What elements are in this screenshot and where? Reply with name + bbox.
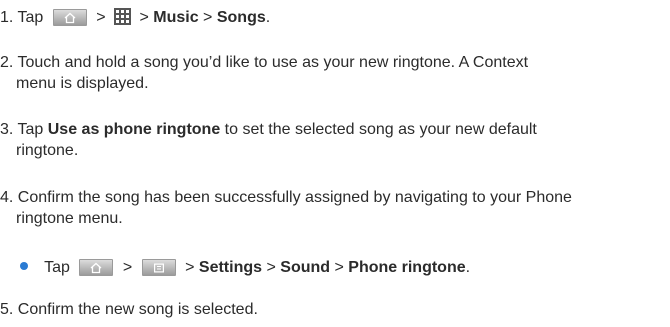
separator: > bbox=[266, 259, 276, 276]
home-key-icon bbox=[52, 9, 87, 26]
step-text-line2: ringtone. bbox=[16, 142, 79, 159]
period: . bbox=[465, 259, 471, 276]
separator: > bbox=[334, 259, 344, 276]
use-as-phone-ringtone-label: Use as phone ringtone bbox=[47, 121, 221, 138]
step-number: 3. bbox=[0, 121, 14, 138]
step-3: 3. Tap Use as phone ringtone to set the … bbox=[0, 119, 537, 161]
step-2: 2. Touch and hold a song you’d like to u… bbox=[0, 52, 528, 94]
step-text-line2: ringtone menu. bbox=[16, 210, 123, 227]
separator: > bbox=[96, 9, 106, 26]
separator: > bbox=[185, 259, 195, 276]
step-text-line1: Confirm the new song is selected. bbox=[17, 301, 258, 318]
songs-label: Songs bbox=[216, 9, 266, 26]
sound-label: Sound bbox=[280, 259, 331, 276]
separator: > bbox=[203, 9, 213, 26]
tap-text: Tap bbox=[44, 259, 70, 276]
menu-key-icon bbox=[141, 259, 176, 276]
step-text-line1: to set the selected song as your new def… bbox=[224, 121, 537, 138]
sub-step-bullet: Tap > > Settings > Sound > Phone rington… bbox=[20, 257, 470, 278]
apps-grid-icon bbox=[114, 8, 131, 25]
tap-text: Tap bbox=[17, 121, 44, 138]
step-1: 1. Tap > > Music > Songs. bbox=[0, 7, 270, 28]
instructions-document: 1. Tap > > Music > Songs. 2. Touch and h… bbox=[0, 0, 670, 327]
step-number: 5. bbox=[0, 301, 14, 318]
bullet-dot-icon bbox=[20, 262, 28, 270]
step-4: 4. Confirm the song has been successfull… bbox=[0, 187, 572, 229]
tap-text: Tap bbox=[17, 9, 44, 26]
phone-ringtone-label: Phone ringtone bbox=[348, 259, 466, 276]
step-number: 2. bbox=[0, 54, 14, 71]
separator: > bbox=[122, 259, 133, 276]
step-5: 5. Confirm the new song is selected. bbox=[0, 299, 258, 320]
step-number: 1. bbox=[0, 9, 14, 26]
settings-label: Settings bbox=[198, 259, 263, 276]
separator: > bbox=[139, 9, 149, 26]
home-key-icon bbox=[79, 259, 114, 276]
step-text-line2: menu is displayed. bbox=[16, 75, 149, 92]
music-label: Music bbox=[153, 9, 199, 26]
step-number: 4. bbox=[0, 189, 14, 206]
step-text-line1: Confirm the song has been successfully a… bbox=[17, 189, 572, 206]
step-text-line1: Touch and hold a song you’d like to use … bbox=[17, 54, 529, 71]
period: . bbox=[265, 9, 271, 26]
